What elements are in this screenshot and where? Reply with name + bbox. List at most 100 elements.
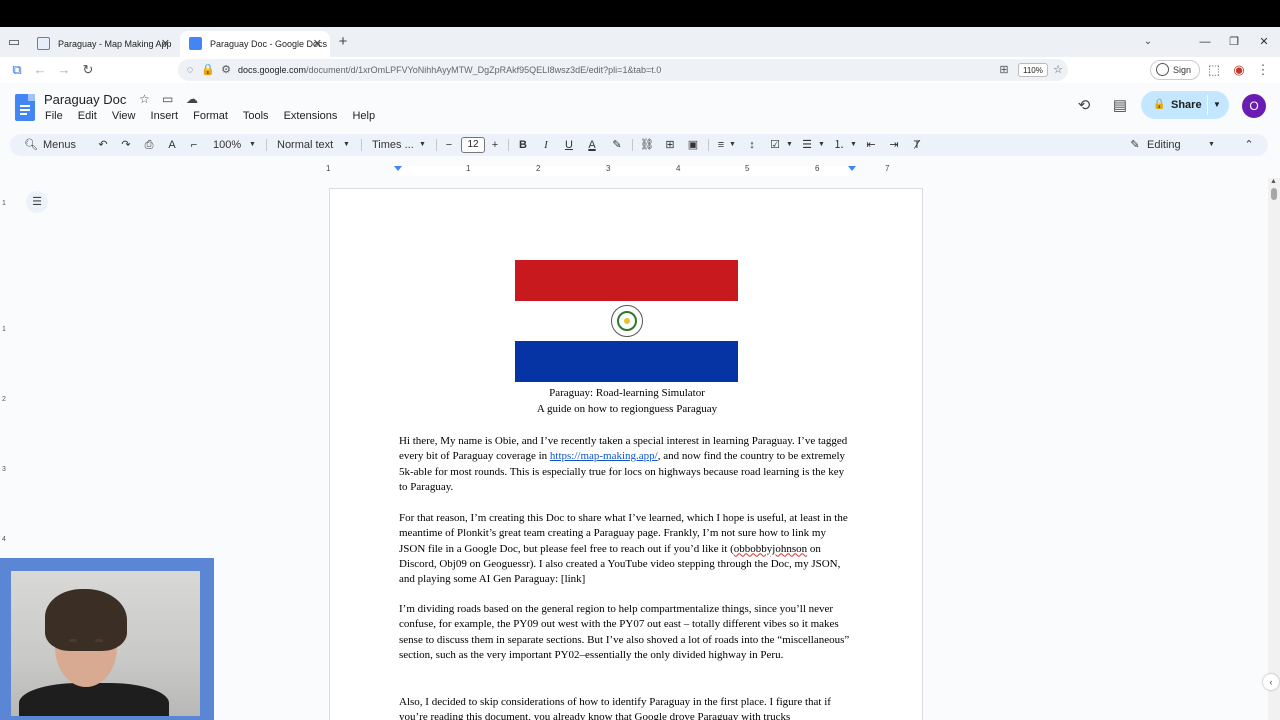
menus-search[interactable]: Menus [43, 134, 76, 156]
right-indent-marker[interactable] [848, 166, 856, 171]
menu-file[interactable]: File [45, 110, 63, 122]
align-chevron-icon[interactable]: ▼ [729, 134, 736, 156]
bulleted-list-icon[interactable]: ☰ [800, 134, 814, 156]
mode-chevron-icon[interactable]: ▼ [1208, 134, 1215, 156]
reload-icon[interactable]: ↻ [79, 61, 97, 79]
tab-groups-icon[interactable]: ▭ [6, 34, 22, 50]
decrease-indent-icon[interactable]: ⇤ [864, 134, 878, 156]
horizontal-ruler[interactable]: 1 1 2 3 4 5 6 7 [0, 162, 1268, 178]
lock-icon: 🔒 [1153, 99, 1166, 110]
style-chevron-icon[interactable]: ▼ [343, 134, 350, 156]
tab-search-chevron-icon[interactable]: ⌄ [1140, 34, 1156, 50]
font-select[interactable]: Times ... [372, 134, 414, 156]
line-spacing-icon[interactable]: ↕ [745, 134, 759, 156]
insert-link-icon[interactable]: ⛓︎ [640, 134, 654, 156]
zoom-chevron-icon[interactable]: ▼ [249, 134, 256, 156]
share-dropdown-icon[interactable]: ▼ [1213, 91, 1221, 119]
style-select[interactable]: Normal text [277, 134, 333, 156]
back-arrow-icon[interactable]: ← [31, 61, 49, 79]
bullet-chevron-icon[interactable]: ▼ [818, 134, 825, 156]
checklist-chevron-icon[interactable]: ▼ [786, 134, 793, 156]
ruler-number: 3 [606, 164, 611, 173]
underline-icon[interactable]: U [563, 134, 575, 156]
menu-help[interactable]: Help [352, 110, 375, 122]
map-making-link[interactable]: https://map-making.app/ [550, 450, 658, 462]
highlight-color-icon[interactable]: ✎ [610, 134, 624, 156]
zoom-select[interactable]: 100% [213, 134, 241, 156]
numbered-chevron-icon[interactable]: ▼ [850, 134, 857, 156]
extension-badge-icon[interactable]: ◉ [1230, 61, 1248, 79]
ruler-number: 7 [885, 164, 890, 173]
menu-insert[interactable]: Insert [151, 110, 179, 122]
scrollbar-thumb[interactable] [1271, 188, 1277, 200]
document-title[interactable]: Paraguay Doc [44, 92, 126, 107]
checklist-icon[interactable]: ☑ [768, 134, 782, 156]
search-menus-icon[interactable]: 🔍︎ [24, 134, 38, 156]
star-icon[interactable]: ☆ [139, 92, 150, 106]
bookmark-star-icon[interactable]: ☆ [1050, 62, 1066, 78]
text-color-icon[interactable]: A [586, 134, 598, 156]
font-size-input[interactable]: 12 [461, 137, 485, 153]
increase-indent-icon[interactable]: ⇥ [887, 134, 901, 156]
side-panel-toggle-icon[interactable]: ‹ [1263, 674, 1279, 690]
spellcheck-icon[interactable]: A [165, 134, 179, 156]
url-field[interactable]: ◌ 🔒 ⚙ docs.google.com/document/d/1xrOmLP… [178, 59, 1068, 81]
font-chevron-icon[interactable]: ▼ [419, 134, 426, 156]
menu-edit[interactable]: Edit [78, 110, 97, 122]
lock-icon[interactable]: 🔒 [200, 62, 216, 78]
restore-window-icon[interactable]: ❐ [1219, 27, 1249, 57]
share-label: Share [1171, 99, 1202, 111]
collapse-menus-icon[interactable]: ⌃ [1242, 134, 1256, 156]
left-indent-marker[interactable] [394, 166, 402, 171]
numbered-list-icon[interactable]: ⒈ [832, 134, 846, 156]
extensions-puzzle-icon[interactable]: ⬚ [1205, 61, 1223, 79]
close-tab-icon[interactable]: ✕ [313, 31, 322, 57]
share-button[interactable]: 🔒 Share ▼ [1141, 91, 1229, 119]
scroll-up-arrow-icon[interactable]: ▲ [1270, 178, 1277, 185]
version-history-icon[interactable]: ⟲ [1073, 95, 1095, 117]
add-comment-icon[interactable]: ⊞ [663, 134, 677, 156]
align-icon[interactable]: ≡ [714, 134, 728, 156]
close-window-icon[interactable]: ✕ [1249, 27, 1279, 57]
paint-format-icon[interactable]: ⌐ [187, 134, 201, 156]
document-page[interactable]: Paraguay: Road-learning Simulator A guid… [329, 188, 923, 720]
print-icon[interactable]: ⎙ [142, 134, 156, 156]
close-tab-icon[interactable]: ✕ [161, 31, 170, 57]
menu-format[interactable]: Format [193, 110, 228, 122]
insert-image-icon[interactable]: ▣ [686, 134, 700, 156]
google-docs-logo-icon[interactable] [15, 94, 35, 121]
map-making-favicon-icon [37, 37, 50, 50]
tab-label: Paraguay Doc - Google Docs [210, 39, 328, 49]
account-avatar[interactable]: O [1242, 94, 1266, 118]
menu-tools[interactable]: Tools [243, 110, 269, 122]
minimize-window-icon[interactable]: — [1190, 27, 1220, 57]
move-folder-icon[interactable]: ▭ [162, 92, 173, 106]
zoom-indicator[interactable]: 110% [1018, 63, 1048, 77]
install-app-icon[interactable]: ⊞ [996, 62, 1012, 78]
comments-icon[interactable]: ▤ [1109, 95, 1131, 117]
ruler-number: 6 [815, 164, 820, 173]
site-settings-icon[interactable]: ⚙ [218, 62, 234, 78]
tracking-shield-icon[interactable]: ◌ [182, 62, 198, 78]
vertical-scrollbar[interactable]: ▲ [1268, 178, 1280, 720]
increase-font-size-icon[interactable]: + [490, 134, 500, 156]
editing-mode-select[interactable]: Editing [1147, 134, 1181, 156]
document-outline-icon[interactable]: ☰ [26, 191, 48, 213]
tab-map-making-app[interactable]: Paraguay - Map Making App ✕ [28, 31, 178, 57]
forward-arrow-icon[interactable]: → [55, 61, 73, 79]
sign-in-button[interactable]: Sign in [1150, 60, 1200, 93]
clear-formatting-icon[interactable]: Ⱦ [910, 134, 924, 156]
workspaces-icon[interactable]: ⧉ [8, 61, 26, 79]
cloud-saved-icon[interactable]: ☁ [186, 92, 198, 106]
vruler-number: 3 [2, 466, 6, 473]
undo-icon[interactable]: ↶ [96, 134, 110, 156]
menu-extensions[interactable]: Extensions [284, 110, 338, 122]
tab-google-docs[interactable]: Paraguay Doc - Google Docs ✕ [180, 31, 330, 57]
menu-view[interactable]: View [112, 110, 136, 122]
italic-icon[interactable]: I [540, 134, 552, 156]
decrease-font-size-icon[interactable]: − [444, 134, 454, 156]
browser-menu-icon[interactable]: ⋮ [1254, 61, 1272, 79]
bold-icon[interactable]: B [517, 134, 529, 156]
redo-icon[interactable]: ↷ [119, 134, 133, 156]
new-tab-button[interactable]: + [335, 34, 351, 50]
